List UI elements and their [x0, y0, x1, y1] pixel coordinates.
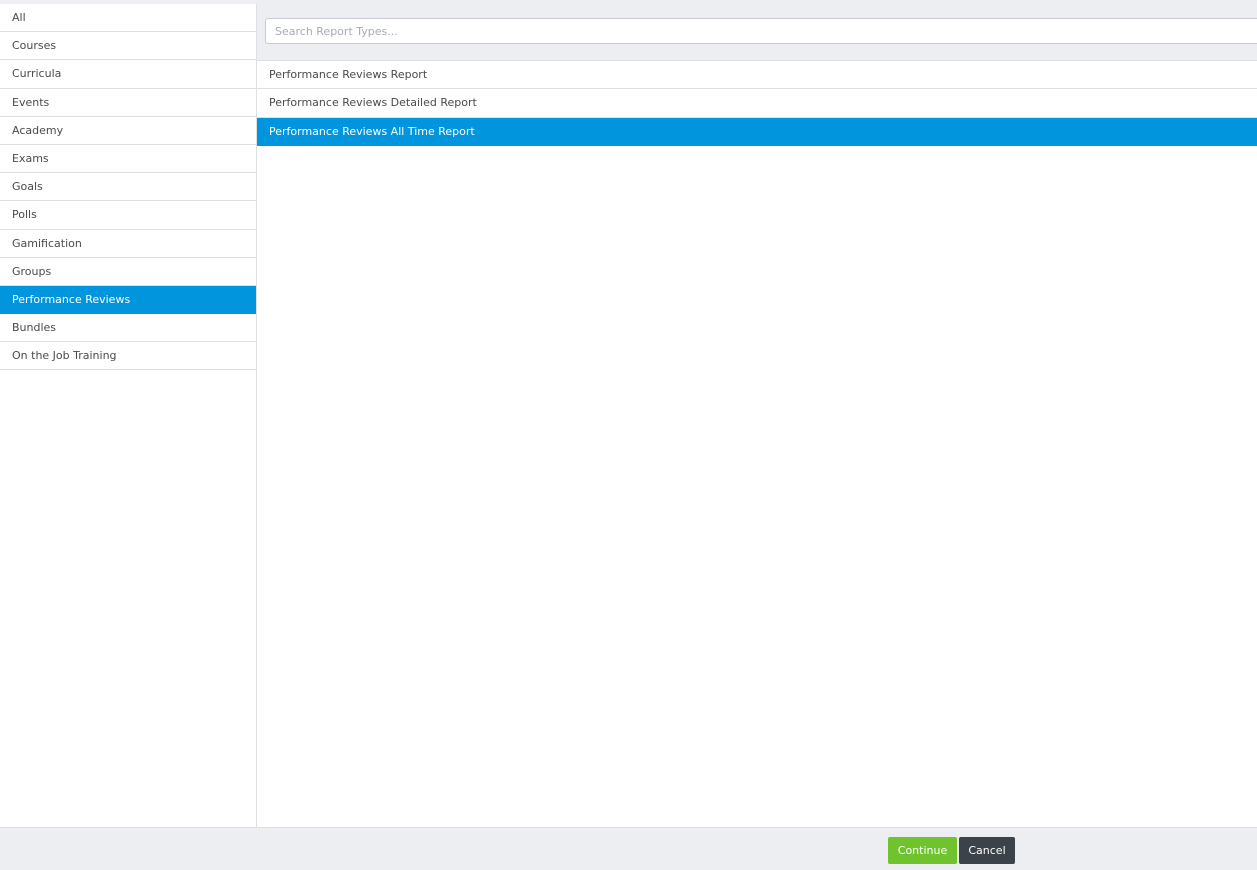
sidebar-item-courses[interactable]: Courses	[0, 32, 256, 61]
search-bar	[257, 4, 1257, 61]
sidebar-item-goals[interactable]: Goals	[0, 173, 256, 202]
cancel-button[interactable]: Cancel	[959, 837, 1015, 864]
sidebar-item-on-the-job-training[interactable]: On the Job Training	[0, 342, 256, 371]
report-category-sidebar: All Courses Curricula Events Academy Exa…	[0, 4, 257, 827]
sidebar-item-events[interactable]: Events	[0, 89, 256, 117]
sidebar-item-bundles[interactable]: Bundles	[0, 314, 256, 343]
sidebar-item-exams[interactable]: Exams	[0, 145, 256, 174]
search-input[interactable]	[265, 18, 1257, 44]
sidebar-item-all[interactable]: All	[0, 4, 256, 33]
report-item-performance-reviews-report[interactable]: Performance Reviews Report	[257, 61, 1257, 90]
sidebar-item-performance-reviews[interactable]: Performance Reviews	[0, 285, 256, 315]
sidebar-item-polls[interactable]: Polls	[0, 201, 256, 230]
report-type-panel: Performance Reviews Report Performance R…	[257, 4, 1257, 827]
report-type-list: Performance Reviews Report Performance R…	[257, 61, 1257, 146]
sidebar-item-gamification[interactable]: Gamification	[0, 230, 256, 258]
continue-button[interactable]: Continue	[888, 837, 957, 864]
report-item-performance-reviews-all-time-report[interactable]: Performance Reviews All Time Report	[257, 117, 1257, 146]
sidebar-item-curricula[interactable]: Curricula	[0, 60, 256, 89]
dialog-footer: Continue Cancel	[0, 827, 1257, 870]
report-item-performance-reviews-detailed-report[interactable]: Performance Reviews Detailed Report	[257, 89, 1257, 118]
sidebar-item-groups[interactable]: Groups	[0, 258, 256, 286]
sidebar-item-academy[interactable]: Academy	[0, 117, 256, 145]
